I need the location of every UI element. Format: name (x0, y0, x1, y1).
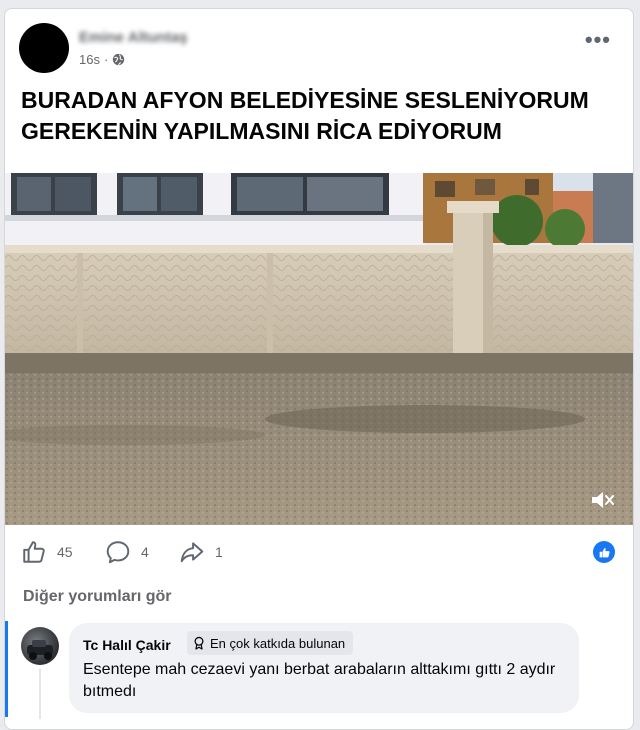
share-icon (180, 542, 204, 563)
author-name[interactable]: Emine Altuntaş (79, 29, 188, 46)
post-text: BURADAN AFYON BELEDİYESİNE SESLENİYORUM … (21, 87, 589, 144)
thread-line (39, 669, 41, 719)
comment-icon (106, 541, 130, 564)
comment-bubble: Tc Halıl Çakir En çok katkıda bulunan Es… (69, 623, 579, 713)
post-meta: 16s · (79, 52, 125, 67)
top-contributor-icon (194, 636, 204, 650)
globe-icon (112, 53, 125, 66)
like-button[interactable]: 45 (21, 539, 73, 565)
share-button[interactable]: 1 (179, 539, 223, 565)
comment-count: 4 (141, 544, 149, 560)
comment-highlight-bar (5, 621, 8, 717)
like-reaction-icon[interactable] (593, 541, 615, 563)
post-video[interactable] (5, 173, 633, 525)
like-icon (23, 541, 45, 563)
video-frame (5, 173, 633, 525)
see-more-comments[interactable]: Diğer yorumları gör (23, 588, 171, 606)
post-actions: 45 4 1 (5, 535, 633, 571)
commenter-name[interactable]: Tc Halıl Çakir (83, 637, 171, 653)
comment-text: Esentepe mah cezaevi yanı berbat arabala… (83, 661, 556, 700)
post-time[interactable]: 16s (79, 52, 100, 67)
like-count: 45 (57, 544, 73, 560)
meta-separator: · (103, 52, 109, 67)
more-options-icon[interactable]: ••• (585, 29, 611, 51)
mute-icon[interactable] (589, 489, 615, 511)
post-card: Emine Altuntaş 16s · ••• BURADAN AFYON B… (4, 8, 634, 730)
badge-label: En çok katkıda bulunan (210, 635, 346, 651)
top-contributor-badge[interactable]: En çok katkıda bulunan (187, 631, 354, 655)
comment-button[interactable]: 4 (105, 539, 149, 565)
share-count: 1 (215, 544, 223, 560)
author-avatar[interactable] (19, 23, 69, 73)
commenter-avatar[interactable] (21, 627, 59, 665)
